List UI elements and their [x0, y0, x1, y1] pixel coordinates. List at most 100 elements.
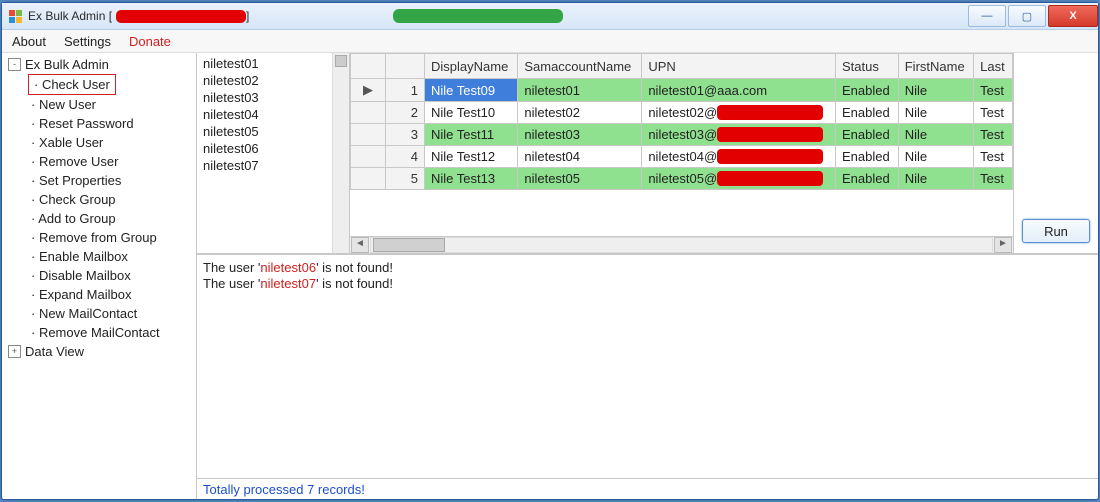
cell-samaccountname[interactable]: niletest05	[518, 168, 642, 190]
list-item[interactable]: niletest02	[203, 72, 326, 89]
scroll-track[interactable]	[370, 237, 993, 253]
status-text: Totally processed 7 records!	[203, 482, 365, 497]
cell-upn[interactable]: niletest05@xxxxxxxxxxxxxxx	[642, 168, 836, 190]
tree-node-expand-mailbox[interactable]: · Expand Mailbox	[28, 285, 196, 304]
userlist-scrollbar[interactable]	[332, 53, 349, 253]
grid-rownum-header[interactable]	[386, 54, 425, 79]
tree-node-set-properties[interactable]: · Set Properties	[28, 171, 196, 190]
cell-displayname[interactable]: Nile Test09	[425, 79, 518, 102]
grid-col-last[interactable]: Last	[974, 54, 1013, 79]
table-row[interactable]: 4Nile Test12niletest04niletest04@xxxxxxx…	[351, 146, 1013, 168]
grid-col-firstname[interactable]: FirstName	[898, 54, 973, 79]
data-grid[interactable]: DisplayNameSamaccountNameUPNStatusFirstN…	[350, 53, 1013, 236]
cell-displayname[interactable]: Nile Test13	[425, 168, 518, 190]
cell-upn[interactable]: niletest04@xxxxxxxxxxxxxxx	[642, 146, 836, 168]
close-button[interactable]: X	[1048, 5, 1098, 27]
cell-displayname[interactable]: Nile Test10	[425, 102, 518, 124]
tree-node-check-group[interactable]: · Check Group	[28, 190, 196, 209]
cell-samaccountname[interactable]: niletest02	[518, 102, 642, 124]
maximize-button[interactable]: ▢	[1008, 5, 1046, 27]
tree-node-add-to-group[interactable]: · Add to Group	[28, 209, 196, 228]
tree-collapse-icon[interactable]: -	[8, 58, 21, 71]
row-pointer[interactable]	[351, 168, 386, 190]
cell-lastname[interactable]: Test	[974, 102, 1013, 124]
cell-samaccountname[interactable]: niletest04	[518, 146, 642, 168]
run-pane: Run	[1014, 53, 1098, 253]
grid-col-status[interactable]: Status	[835, 54, 898, 79]
tree-expand-icon[interactable]: +	[8, 345, 21, 358]
tree-node-check-user[interactable]: · Check User	[28, 74, 116, 95]
minimize-button[interactable]: —	[968, 5, 1006, 27]
row-number: 4	[386, 146, 425, 168]
grid-col-upn[interactable]: UPN	[642, 54, 836, 79]
cell-lastname[interactable]: Test	[974, 168, 1013, 190]
row-pointer[interactable]	[351, 102, 386, 124]
tree-node-remove-from-group[interactable]: · Remove from Group	[28, 228, 196, 247]
tree-node-remove-mailcontact[interactable]: · Remove MailContact	[28, 323, 196, 342]
menu-about[interactable]: About	[12, 34, 46, 49]
tree-node-new-user[interactable]: · New User	[28, 95, 196, 114]
scroll-right-icon[interactable]: ►	[994, 237, 1012, 253]
cell-status[interactable]: Enabled	[835, 79, 898, 102]
scrollbar-thumb[interactable]	[335, 55, 347, 67]
cell-lastname[interactable]: Test	[974, 124, 1013, 146]
cell-status[interactable]: Enabled	[835, 124, 898, 146]
cell-status[interactable]: Enabled	[835, 146, 898, 168]
grid-pane: DisplayNameSamaccountNameUPNStatusFirstN…	[350, 53, 1014, 253]
cell-firstname[interactable]: Nile	[898, 79, 973, 102]
scroll-left-icon[interactable]: ◄	[351, 237, 369, 253]
row-pointer[interactable]	[351, 124, 386, 146]
cell-upn[interactable]: niletest01@aaa.com	[642, 79, 836, 102]
tree-root-exbulkadmin[interactable]: - Ex Bulk Admin	[8, 57, 196, 72]
cell-displayname[interactable]: Nile Test12	[425, 146, 518, 168]
grid-rowselector-header[interactable]	[351, 54, 386, 79]
cell-lastname[interactable]: Test	[974, 146, 1013, 168]
table-row[interactable]: ▶1Nile Test09niletest01niletest01@aaa.co…	[351, 79, 1013, 102]
output-pane[interactable]: The user 'niletest06' is not found!The u…	[197, 254, 1098, 478]
grid-col-displayname[interactable]: DisplayName	[425, 54, 518, 79]
cell-firstname[interactable]: Nile	[898, 146, 973, 168]
scroll-thumb[interactable]	[373, 238, 445, 252]
app-icon	[8, 9, 22, 23]
cell-displayname[interactable]: Nile Test11	[425, 124, 518, 146]
tree-node-disable-mailbox[interactable]: · Disable Mailbox	[28, 266, 196, 285]
cell-upn[interactable]: niletest03@xxxxxxxxxxxxxxx	[642, 124, 836, 146]
table-row[interactable]: 3Nile Test11niletest03niletest03@xxxxxxx…	[351, 124, 1013, 146]
cell-status[interactable]: Enabled	[835, 102, 898, 124]
menu-settings[interactable]: Settings	[64, 34, 111, 49]
list-item[interactable]: niletest07	[203, 157, 326, 174]
list-item[interactable]: niletest06	[203, 140, 326, 157]
cell-samaccountname[interactable]: niletest01	[518, 79, 642, 102]
list-item[interactable]: niletest01	[203, 55, 326, 72]
grid-col-samaccountname[interactable]: SamaccountName	[518, 54, 642, 79]
menu-donate[interactable]: Donate	[129, 34, 171, 49]
tree-node-new-mailcontact[interactable]: · New MailContact	[28, 304, 196, 323]
row-number: 1	[386, 79, 425, 102]
row-pointer[interactable]	[351, 146, 386, 168]
list-item[interactable]: niletest04	[203, 106, 326, 123]
tree-node-reset-password[interactable]: · Reset Password	[28, 114, 196, 133]
run-button[interactable]: Run	[1022, 219, 1090, 243]
userlist[interactable]: niletest01niletest02niletest03niletest04…	[197, 53, 332, 253]
table-row[interactable]: 2Nile Test10niletest02niletest02@xxxxxxx…	[351, 102, 1013, 124]
right-pane: niletest01niletest02niletest03niletest04…	[197, 53, 1098, 499]
cell-firstname[interactable]: Nile	[898, 102, 973, 124]
tree-node-remove-user[interactable]: · Remove User	[28, 152, 196, 171]
cell-samaccountname[interactable]: niletest03	[518, 124, 642, 146]
tree-root-dataview[interactable]: + Data View	[8, 344, 196, 359]
row-number: 2	[386, 102, 425, 124]
list-item[interactable]: niletest03	[203, 89, 326, 106]
cell-upn[interactable]: niletest02@xxxxxxxxxxxxxxx	[642, 102, 836, 124]
titlebar[interactable]: Ex Bulk Admin [] — ▢ X	[2, 3, 1098, 30]
cell-firstname[interactable]: Nile	[898, 124, 973, 146]
tree-node-enable-mailbox[interactable]: · Enable Mailbox	[28, 247, 196, 266]
window-title: Ex Bulk Admin []	[28, 9, 563, 24]
cell-firstname[interactable]: Nile	[898, 168, 973, 190]
row-pointer[interactable]: ▶	[351, 79, 386, 102]
list-item[interactable]: niletest05	[203, 123, 326, 140]
cell-status[interactable]: Enabled	[835, 168, 898, 190]
tree-node-xable-user[interactable]: · Xable User	[28, 133, 196, 152]
cell-lastname[interactable]: Test	[974, 79, 1013, 102]
grid-hscrollbar[interactable]: ◄ ►	[350, 236, 1013, 253]
table-row[interactable]: 5Nile Test13niletest05niletest05@xxxxxxx…	[351, 168, 1013, 190]
